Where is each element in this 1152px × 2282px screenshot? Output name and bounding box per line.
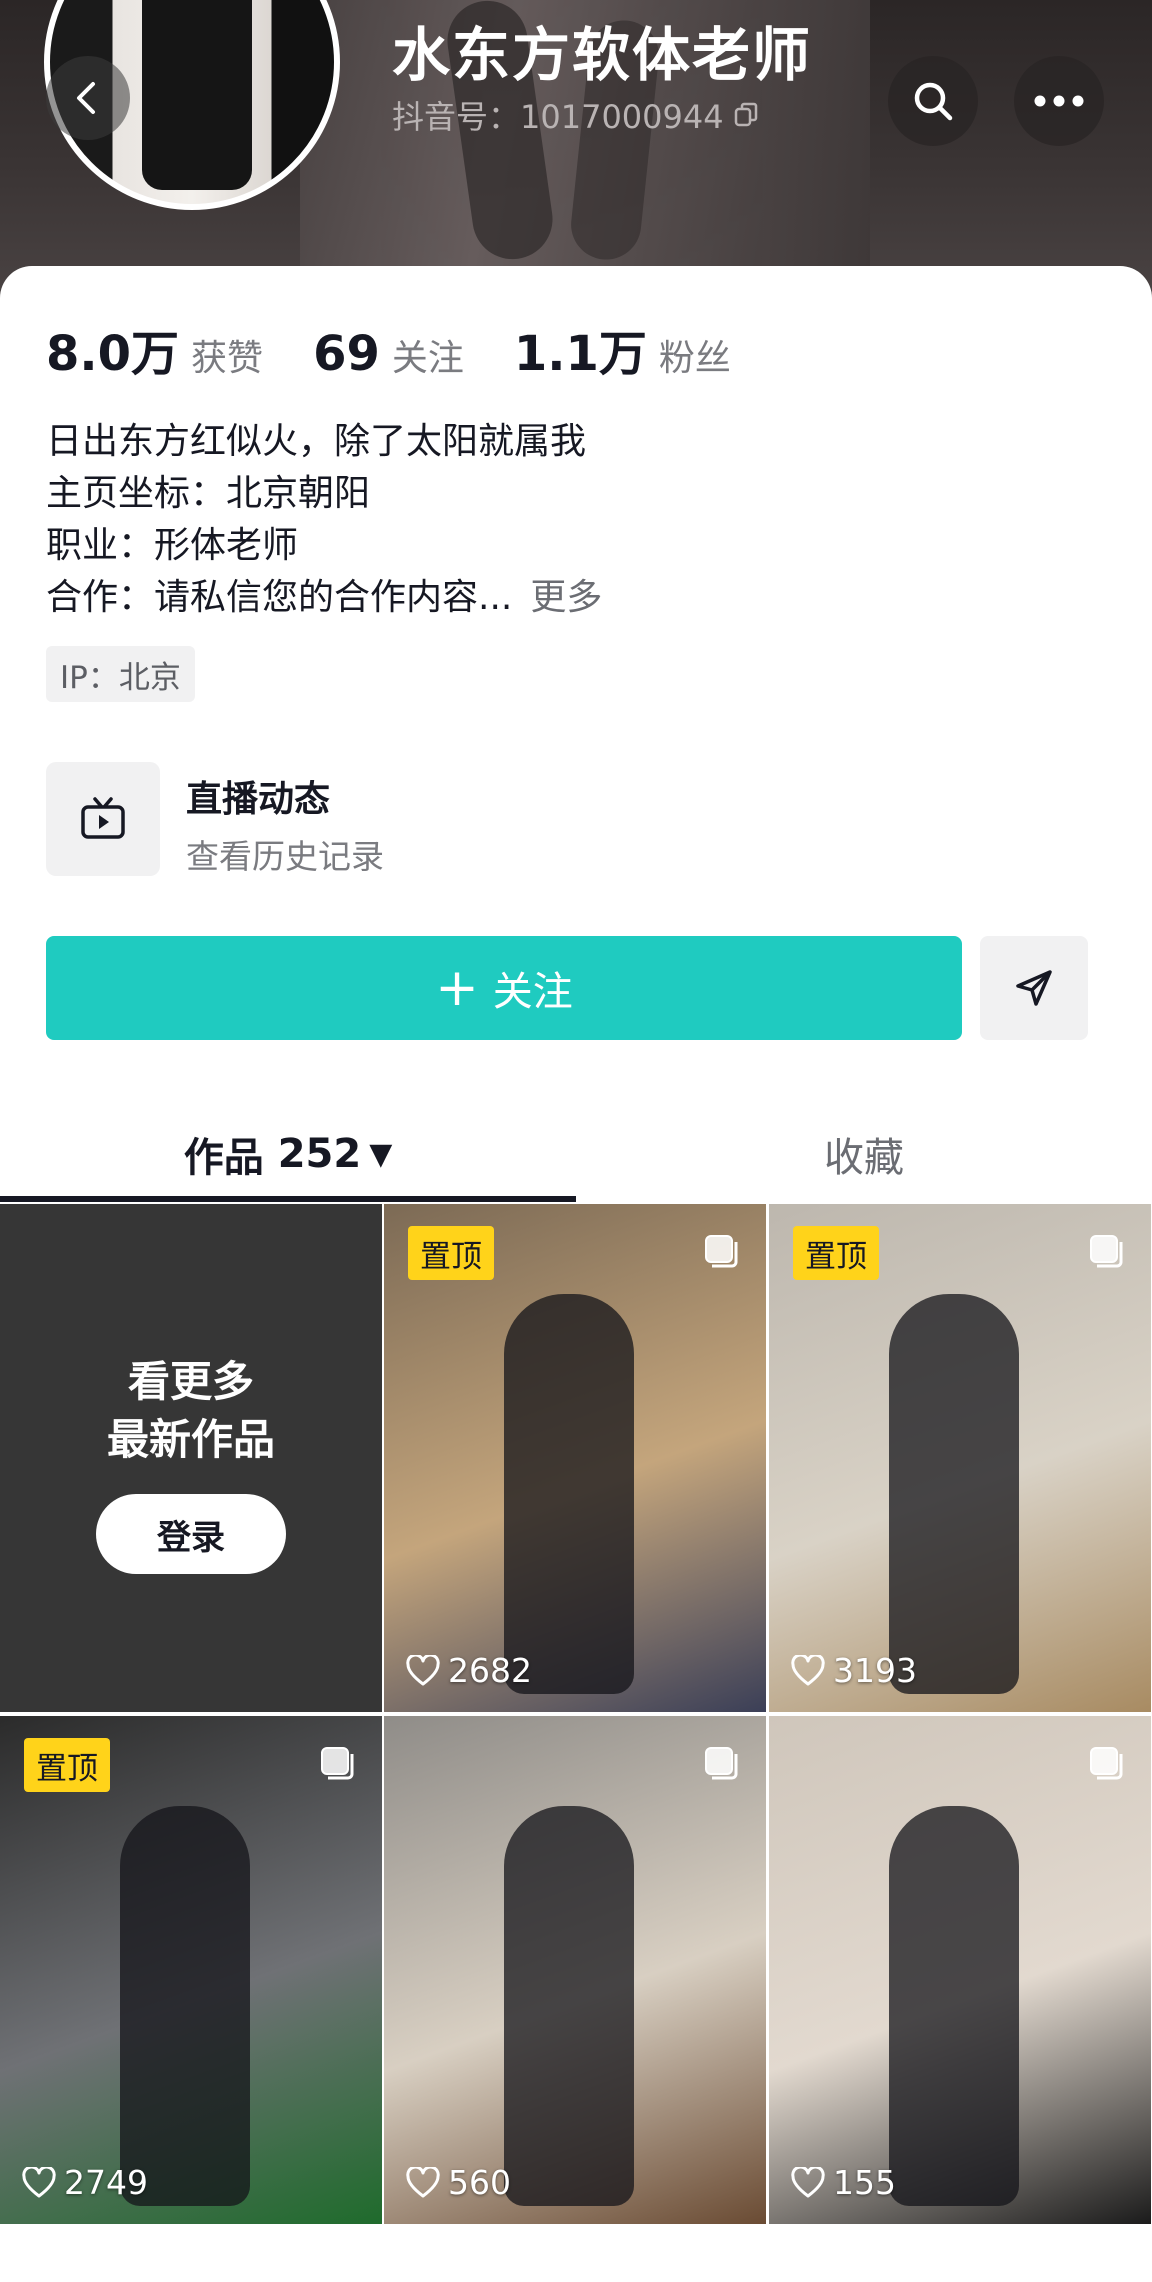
heart-icon [22, 2166, 56, 2197]
profile-card: 8.0万 获赞 69 关注 1.1万 粉丝 日出东方红似火，除了太阳就属我 主页… [0, 266, 1152, 2282]
bio-line: 主页坐标：北京朝阳 [46, 473, 371, 514]
stat-label: 粉丝 [658, 338, 731, 379]
stat-label: 获赞 [191, 338, 264, 379]
bio-line: 职业：形体老师 [46, 525, 299, 566]
like-count-value: 155 [833, 2163, 896, 2202]
active-tab-indicator [0, 1196, 576, 1202]
video-thumbnail[interactable]: 560 [384, 1716, 766, 2224]
ip-location-tag: IP：北京 [46, 646, 195, 702]
copy-icon[interactable] [732, 101, 760, 129]
login-prompt-cell: 看更多 最新作品 登录 [0, 1204, 382, 1712]
select-icon[interactable] [320, 1746, 356, 1782]
tab-works-count: 252 [277, 1131, 362, 1177]
back-icon [77, 82, 95, 114]
like-count: 3193 [791, 1651, 917, 1690]
account-id-text: 抖音号：1017000944 [392, 98, 724, 136]
search-icon [914, 82, 953, 121]
stat-followers[interactable]: 1.1万 粉丝 [514, 314, 731, 384]
pinned-badge: 置顶 [793, 1226, 879, 1280]
profile-name: 水东方软体老师 [392, 21, 813, 89]
like-count-value: 560 [448, 2163, 511, 2202]
send-message-button[interactable] [980, 936, 1088, 1040]
video-figure [504, 1806, 634, 2206]
stats-row: 8.0万 获赞 69 关注 1.1万 粉丝 [46, 314, 781, 384]
video-figure [504, 1294, 634, 1694]
heart-icon [406, 1654, 440, 1685]
follow-button[interactable]: + 关注 [46, 936, 962, 1040]
heart-icon [791, 2166, 825, 2197]
search-button[interactable] [888, 56, 978, 146]
more-icon [1034, 95, 1084, 107]
bio-line-last: 合作：请私信您的合作内容... 更多 [46, 572, 602, 624]
like-count: 560 [406, 2163, 511, 2202]
stat-value: 8.0万 [46, 326, 180, 382]
stat-following[interactable]: 69 关注 [313, 326, 464, 382]
video-thumbnail[interactable]: 置顶 3193 [769, 1204, 1151, 1712]
live-icon-box[interactable] [46, 762, 160, 876]
plus-icon: + [435, 958, 479, 1018]
stat-value: 1.1万 [513, 326, 647, 382]
bio-line: 日出东方红似火，除了太阳就属我 [46, 421, 587, 462]
login-prompt-line: 看更多 [127, 1357, 254, 1406]
pinned-badge: 置顶 [408, 1226, 494, 1280]
video-thumbnail[interactable]: 置顶 2682 [384, 1204, 766, 1712]
video-thumbnail[interactable]: 置顶 2749 [0, 1716, 382, 2224]
login-button[interactable]: 登录 [96, 1494, 286, 1574]
like-count: 2682 [406, 1651, 532, 1690]
video-figure [120, 1806, 250, 2206]
like-count-value: 2682 [448, 1651, 532, 1690]
stat-value: 69 [313, 326, 380, 382]
like-count: 2749 [22, 2163, 148, 2202]
video-thumbnail[interactable]: 155 [769, 1716, 1151, 2224]
video-figure [889, 1294, 1019, 1694]
bio: 日出东方红似火，除了太阳就属我 主页坐标：北京朝阳 职业：形体老师 合作：请私信… [46, 416, 602, 624]
tv-icon [81, 797, 125, 839]
stat-likes[interactable]: 8.0万 获赞 [46, 314, 263, 384]
tab-works[interactable]: 作品 252 ▼ [0, 1104, 576, 1204]
content-tabs: 作品 252 ▼ 收藏 [0, 1104, 1152, 1204]
like-count-value: 2749 [64, 2163, 148, 2202]
caret-down-icon[interactable]: ▼ [369, 1137, 392, 1172]
like-count: 155 [791, 2163, 896, 2202]
profile-header: 水东方软体老师 抖音号：1017000944 [0, 0, 1152, 300]
stat-label: 关注 [391, 338, 464, 379]
video-figure [889, 1806, 1019, 2206]
pinned-badge: 置顶 [24, 1738, 110, 1792]
back-button[interactable] [46, 56, 130, 140]
live-title[interactable]: 直播动态 [186, 770, 330, 822]
select-icon[interactable] [704, 1234, 740, 1270]
select-icon[interactable] [704, 1746, 740, 1782]
live-subtitle[interactable]: 查看历史记录 [186, 830, 384, 878]
send-icon [1016, 970, 1052, 1006]
tab-favorites-label: 收藏 [824, 1135, 904, 1181]
select-icon[interactable] [1089, 1746, 1125, 1782]
tab-favorites[interactable]: 收藏 [576, 1104, 1152, 1204]
select-icon[interactable] [1089, 1234, 1125, 1270]
bio-line: 合作：请私信您的合作内容... [46, 577, 513, 618]
login-prompt-line: 最新作品 [106, 1415, 275, 1464]
tab-works-label: 作品 [183, 1135, 264, 1181]
more-button[interactable] [1014, 56, 1104, 146]
heart-icon [406, 2166, 440, 2197]
account-id[interactable]: 抖音号：1017000944 [392, 92, 760, 138]
follow-label: 关注 [492, 969, 573, 1015]
bio-more-link[interactable]: 更多 [530, 577, 602, 618]
like-count-value: 3193 [833, 1651, 917, 1690]
heart-icon [791, 1654, 825, 1685]
